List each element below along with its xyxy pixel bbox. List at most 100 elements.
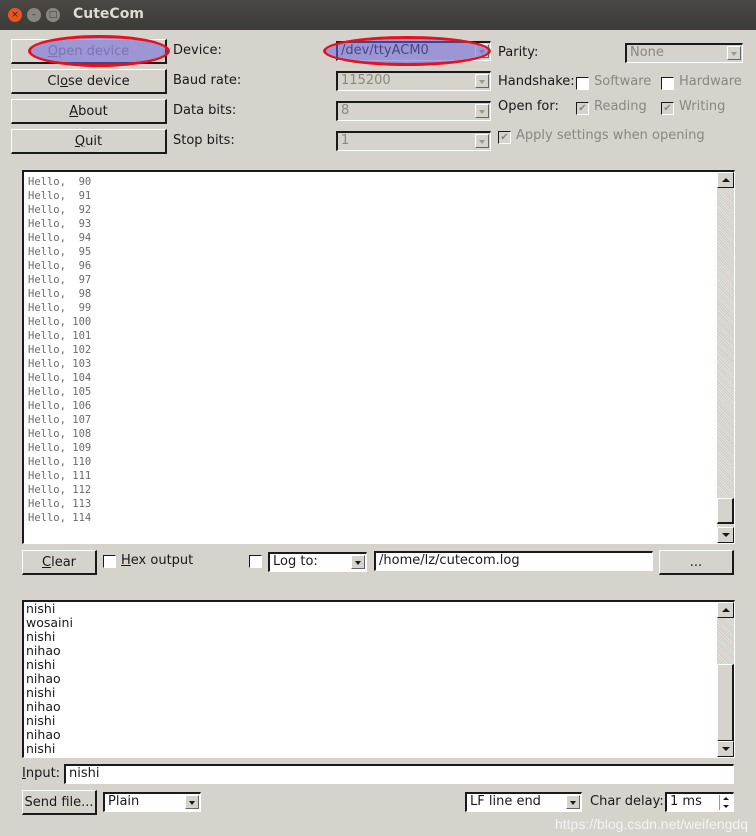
parity-combo[interactable]: None <box>625 43 743 63</box>
about-button[interactable]: About <box>11 99 167 124</box>
log-path-input[interactable]: /home/lz/cutecom.log <box>374 551 653 571</box>
label-mnemonic: o <box>60 73 69 89</box>
output-line: Hello, 103 <box>28 358 92 370</box>
scroll-thumb[interactable] <box>717 498 734 524</box>
minimize-window-button[interactable]: – <box>27 8 41 22</box>
history-line[interactable]: nishi <box>26 602 73 616</box>
output-line: Hello, 104 <box>28 372 92 384</box>
baud-rate-combo[interactable]: 115200 <box>336 71 491 91</box>
label-mnemonic: Q <box>74 133 86 149</box>
checkmark-icon: ✔ <box>663 103 672 114</box>
label-post: uit <box>85 133 103 149</box>
scroll-thumb[interactable] <box>717 664 734 742</box>
label-post: se device <box>68 73 130 89</box>
output-line: Hello, 111 <box>28 470 92 482</box>
output-line: Hello, 91 <box>28 190 92 202</box>
history-line[interactable]: nishi <box>26 686 73 700</box>
hardware-checkbox[interactable] <box>661 77 674 90</box>
chevron-down-icon <box>475 74 489 88</box>
output-line: Hello, 108 <box>28 428 92 440</box>
send-format-value: Plain <box>108 794 140 809</box>
output-line: Hello, 100 <box>28 316 92 328</box>
history-line[interactable]: nihao <box>26 644 73 658</box>
software-label: Software <box>594 74 652 89</box>
reading-checkbox[interactable]: ✔ <box>576 102 589 115</box>
history-lines: nishi wosaini nishi nihao nishi nihao nishi nih… <box>26 602 73 756</box>
apply-settings-checkbox[interactable]: ✔ <box>498 131 511 144</box>
output-line: Hello, 114 <box>28 512 92 524</box>
label-post: lear <box>51 554 76 570</box>
output-line: Hello, 107 <box>28 414 92 426</box>
close-icon: × <box>11 9 19 20</box>
parity-label: Parity: <box>498 45 539 60</box>
log-to-combo[interactable]: Log to: <box>268 552 367 572</box>
open-for-label: Open for: <box>498 99 559 114</box>
label-mnemonic: C <box>42 554 52 570</box>
hex-output-label: Hex output <box>121 553 193 568</box>
history-line[interactable]: nihao <box>26 672 73 686</box>
writing-checkbox[interactable]: ✔ <box>661 102 674 115</box>
output-line: Hello, 97 <box>28 274 92 286</box>
hardware-label: Hardware <box>679 74 742 89</box>
software-checkbox[interactable] <box>576 77 589 90</box>
apply-settings-label: Apply settings when opening <box>516 128 705 143</box>
output-line: Hello, 99 <box>28 302 92 314</box>
history-line[interactable]: nishi <box>26 742 73 756</box>
history-line[interactable]: nishi <box>26 714 73 728</box>
history-line[interactable]: nihao <box>26 700 73 714</box>
line-end-combo[interactable]: LF line end <box>465 792 582 812</box>
clear-button[interactable]: Clear <box>22 550 97 575</box>
history-scrollbar[interactable] <box>717 602 734 757</box>
output-line: Hello, 96 <box>28 260 92 272</box>
maximize-icon: □ <box>48 9 58 20</box>
history-line[interactable]: wosaini <box>26 616 73 630</box>
chevron-down-icon <box>351 555 365 569</box>
output-line: Hello, 102 <box>28 344 92 356</box>
chevron-down-icon <box>185 795 199 809</box>
scroll-up-arrow-icon[interactable] <box>717 172 734 188</box>
device-label: Device: <box>173 43 222 58</box>
output-scrollbar[interactable] <box>717 172 734 543</box>
history-line[interactable]: nishi <box>26 658 73 672</box>
char-delay-spinbox[interactable]: 1 ms <box>665 792 734 812</box>
output-line: Hello, 94 <box>28 232 92 244</box>
browse-log-button[interactable]: ... <box>659 550 734 575</box>
log-checkbox[interactable] <box>249 555 262 568</box>
stop-bits-combo[interactable]: 1 <box>336 131 491 151</box>
checkmark-icon: ✔ <box>500 132 509 143</box>
window-title: CuteCom <box>73 6 144 22</box>
scroll-down-arrow-icon[interactable] <box>717 527 734 543</box>
send-format-combo[interactable]: Plain <box>103 792 201 812</box>
output-line: Hello, 106 <box>28 400 92 412</box>
spinner-arrows-icon[interactable] <box>719 795 732 810</box>
label-post: bout <box>78 103 108 119</box>
chevron-down-icon <box>727 46 741 60</box>
history-line[interactable]: nihao <box>26 728 73 742</box>
scroll-up-arrow-icon[interactable] <box>717 602 734 618</box>
maximize-window-button[interactable]: □ <box>46 8 60 22</box>
char-delay-value: 1 ms <box>670 794 702 809</box>
quit-button[interactable]: Quit <box>11 129 167 154</box>
stop-bits-label: Stop bits: <box>173 133 235 148</box>
baud-rate-value: 115200 <box>341 73 391 88</box>
output-line: Hello, 105 <box>28 386 92 398</box>
close-window-button[interactable]: × <box>8 8 22 22</box>
close-device-button[interactable]: Cl o se device <box>11 69 167 94</box>
checkmark-icon: ✔ <box>578 103 587 114</box>
output-pane[interactable]: Hello, 90 Hello, 91 Hello, 92 Hello, 93 Hell… <box>22 170 735 544</box>
scroll-down-arrow-icon[interactable] <box>717 741 734 757</box>
data-bits-combo[interactable]: 8 <box>336 101 491 121</box>
output-line: Hello, 93 <box>28 218 92 230</box>
data-bits-label: Data bits: <box>173 103 237 118</box>
output-line: Hello, 113 <box>28 498 92 510</box>
output-line: Hello, 95 <box>28 246 92 258</box>
history-pane[interactable]: nishi wosaini nishi nihao nishi nihao nishi nih… <box>22 600 735 758</box>
handshake-label: Handshake: <box>498 74 575 89</box>
line-end-value: LF line end <box>470 794 541 809</box>
output-line: Hello, 112 <box>28 484 92 496</box>
hex-output-checkbox[interactable] <box>103 555 116 568</box>
input-field[interactable]: nishi <box>64 764 734 784</box>
history-line[interactable]: nishi <box>26 630 73 644</box>
send-file-button[interactable]: Send file... <box>22 790 97 815</box>
minimize-icon: – <box>31 9 37 20</box>
